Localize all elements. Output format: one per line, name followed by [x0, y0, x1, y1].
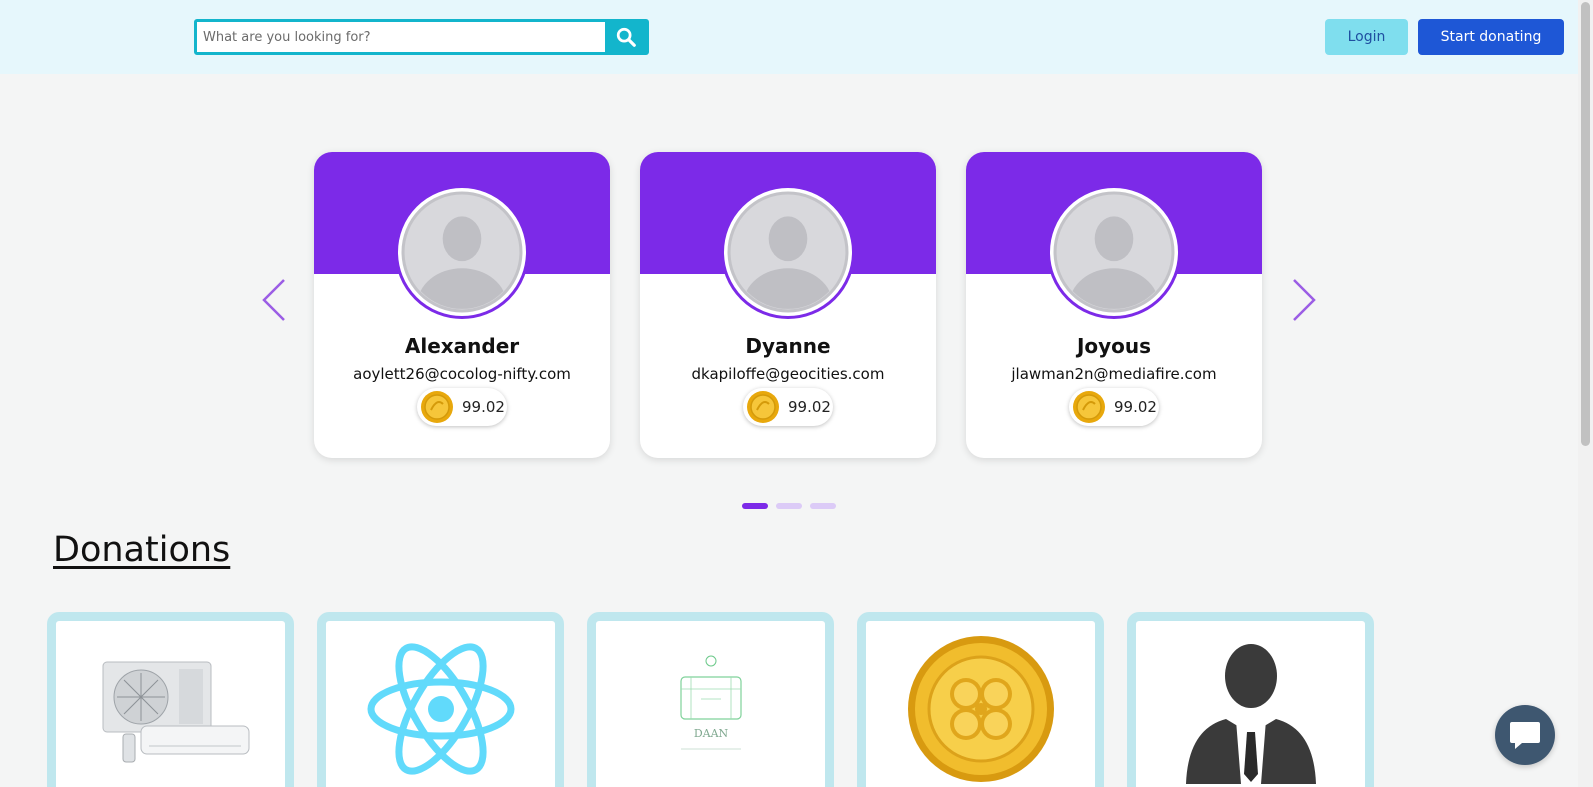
air-conditioner-image: [56, 621, 285, 787]
businessman-silhouette-image: [1136, 621, 1365, 787]
donation-card[interactable]: [317, 612, 564, 787]
search-bar: [194, 19, 649, 55]
donation-card[interactable]: [857, 612, 1104, 787]
avatar: [395, 185, 529, 319]
coin-balance-badge: 99.02: [1069, 388, 1159, 426]
carousel-dot-2[interactable]: [776, 503, 802, 509]
donor-card[interactable]: Joyous jlawman2n@mediafire.com 99.02: [966, 152, 1262, 458]
carousel-dot-1[interactable]: [742, 503, 768, 509]
user-placeholder-icon: [727, 191, 849, 313]
coin-balance-badge: 99.02: [743, 388, 833, 426]
carousel-pagination: [742, 503, 836, 509]
donor-email: jlawman2n@mediafire.com: [1011, 365, 1217, 383]
donation-card[interactable]: [1127, 612, 1374, 787]
react-logo-image: [326, 621, 555, 787]
donation-card[interactable]: [47, 612, 294, 787]
chat-bubble-icon: [1510, 722, 1540, 749]
coin-value: 99.02: [788, 398, 831, 416]
user-placeholder-icon: [401, 191, 523, 313]
search-input[interactable]: [197, 22, 605, 52]
donation-card[interactable]: DAAN: [587, 612, 834, 787]
page-scrollbar[interactable]: [1578, 0, 1593, 787]
donor-card[interactable]: Alexander aoylett26@cocolog-nifty.com 99…: [314, 152, 610, 458]
coin-value: 99.02: [462, 398, 505, 416]
carousel-prev-arrow-icon[interactable]: [260, 277, 290, 323]
gold-coin-image: [866, 621, 1095, 787]
coin-icon: [747, 391, 779, 423]
carousel-dot-3[interactable]: [810, 503, 836, 509]
donor-name: Joyous: [1076, 334, 1152, 358]
donations-heading: Donations: [53, 530, 231, 570]
donor-name: Dyanne: [745, 334, 831, 358]
donor-email: aoylett26@cocolog-nifty.com: [353, 365, 571, 383]
coin-icon: [421, 391, 453, 423]
search-icon: [616, 27, 636, 47]
daan-logo-text: DAAN: [693, 727, 728, 740]
avatar: [721, 185, 855, 319]
avatar: [1047, 185, 1181, 319]
search-button[interactable]: [605, 22, 646, 52]
top-header: Login Start donating: [0, 0, 1578, 74]
carousel-next-arrow-icon[interactable]: [1288, 277, 1318, 323]
donor-name: Alexander: [404, 334, 520, 358]
donor-card[interactable]: Dyanne dkapiloffe@geocities.com 99.02: [640, 152, 936, 458]
scrollbar-thumb[interactable]: [1581, 2, 1590, 446]
start-donating-button[interactable]: Start donating: [1418, 19, 1564, 55]
coin-balance-badge: 99.02: [417, 388, 507, 426]
login-button[interactable]: Login: [1325, 19, 1408, 55]
coin-value: 99.02: [1114, 398, 1157, 416]
coin-icon: [1073, 391, 1105, 423]
donor-email: dkapiloffe@geocities.com: [691, 365, 885, 383]
user-placeholder-icon: [1053, 191, 1175, 313]
daan-logo-image: DAAN: [596, 621, 825, 787]
chat-widget-button[interactable]: [1495, 705, 1555, 765]
